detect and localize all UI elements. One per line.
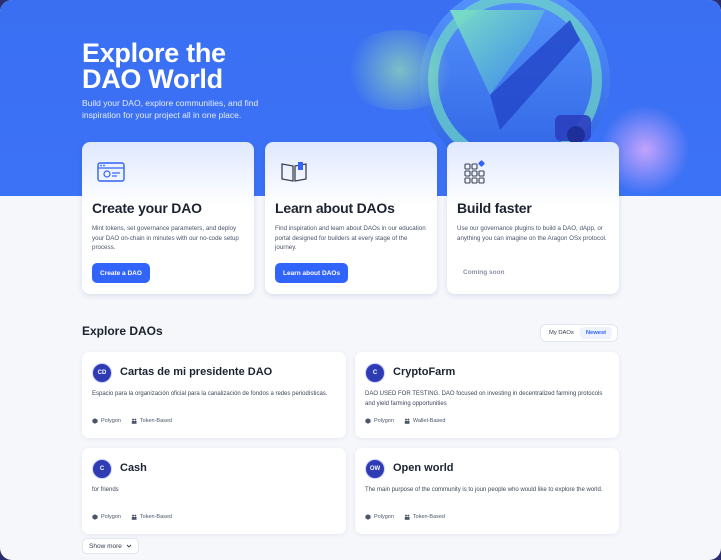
dao-avatar: C	[92, 459, 112, 479]
card-title: Create your DAO	[92, 200, 202, 216]
governance-tag: Token-Based	[131, 514, 172, 520]
show-more-label: Show more	[89, 542, 122, 550]
dao-card[interactable]: C CryptoFarm DAO USED FOR TESTING. DAO f…	[355, 352, 619, 438]
dao-meta: Polygon Token-Based	[92, 418, 172, 424]
users-icon	[404, 418, 410, 424]
blockchain-icon	[92, 514, 98, 520]
network-tag: Polygon	[92, 418, 121, 424]
dao-meta: Polygon Token-Based	[365, 514, 445, 520]
app-frame: Explore the DAO World Build your DAO, ex…	[0, 0, 721, 560]
dao-card[interactable]: OW Open world The main purpose of the co…	[355, 448, 619, 534]
dao-name: CryptoFarm	[393, 366, 456, 378]
chevron-down-icon	[126, 544, 132, 548]
network-tag: Polygon	[365, 418, 394, 424]
dao-meta: Polygon Wallet-Based	[365, 418, 445, 424]
dao-avatar: OW	[365, 459, 385, 479]
governance-label: Token-Based	[412, 514, 445, 520]
governance-label: Token-Based	[139, 514, 172, 520]
dao-description: The main purpose of the community is to …	[365, 487, 603, 493]
create-dao-button[interactable]: Create a DAO	[92, 263, 150, 283]
network-tag: Polygon	[365, 514, 394, 520]
dao-meta: Polygon Token-Based	[92, 514, 172, 520]
card-description: Mint tokens, set governance parameters, …	[92, 225, 239, 251]
network-label: Polygon	[101, 514, 121, 520]
card-description: Find inspiration and learn about DAOs in…	[275, 225, 426, 251]
governance-tag: Token-Based	[131, 418, 172, 424]
build-faster-card: Build faster Use our governance plugins …	[447, 142, 619, 294]
dao-description: DAO USED FOR TESTING. DAO focused on inv…	[365, 391, 603, 407]
dao-description: Espacio para la organización oficial par…	[92, 391, 328, 397]
users-icon	[404, 514, 410, 520]
governance-tag: Wallet-Based	[404, 418, 446, 424]
blockchain-icon	[365, 514, 371, 520]
open-book-icon	[279, 160, 309, 184]
newest-tab[interactable]: Newest	[579, 327, 613, 339]
blockchain-icon	[365, 418, 371, 424]
learn-about-daos-button[interactable]: Learn about DAOs	[275, 263, 349, 283]
card-description: Use our governance plugins to build a DA…	[457, 225, 607, 242]
dao-filter-toggle: My DAOs Newest	[540, 324, 618, 342]
dao-description: for friends	[92, 487, 119, 493]
hero-title-line2: DAO World	[82, 64, 223, 94]
hero-title-line1: Explore the	[82, 38, 226, 68]
dao-name: Cash	[120, 462, 147, 474]
users-icon	[131, 418, 137, 424]
explore-daos-title: Explore DAOs	[82, 324, 163, 338]
my-daos-tab[interactable]: My DAOs	[543, 327, 580, 339]
grid-blocks-icon	[461, 160, 491, 184]
browser-window-icon	[96, 160, 126, 184]
dao-name: Open world	[393, 462, 454, 474]
governance-tag: Token-Based	[404, 514, 445, 520]
card-title: Build faster	[457, 200, 532, 216]
blockchain-icon	[92, 418, 98, 424]
card-title: Learn about DAOs	[275, 200, 395, 216]
network-label: Polygon	[101, 418, 121, 424]
network-tag: Polygon	[92, 514, 121, 520]
learn-daos-card: Learn about DAOs Find inspiration and le…	[265, 142, 437, 294]
hero-subtitle: Build your DAO, explore communities, and…	[82, 98, 259, 120]
network-label: Polygon	[374, 514, 394, 520]
governance-label: Token-Based	[139, 418, 172, 424]
show-more-button[interactable]: Show more	[82, 538, 139, 554]
dao-card[interactable]: C Cash for friends Polygon Token-Based	[82, 448, 346, 534]
users-icon	[131, 514, 137, 520]
create-dao-card: Create your DAO Mint tokens, set governa…	[82, 142, 254, 294]
dao-card[interactable]: CD Cartas de mi presidente DAO Espacio p…	[82, 352, 346, 438]
governance-label: Wallet-Based	[412, 418, 446, 424]
dao-name: Cartas de mi presidente DAO	[120, 366, 273, 378]
dao-avatar: CD	[92, 363, 112, 383]
network-label: Polygon	[374, 418, 394, 424]
coming-soon-label: Coming soon	[463, 269, 505, 276]
dao-avatar: C	[365, 363, 385, 383]
hero-title: Explore the DAO World	[82, 38, 382, 94]
